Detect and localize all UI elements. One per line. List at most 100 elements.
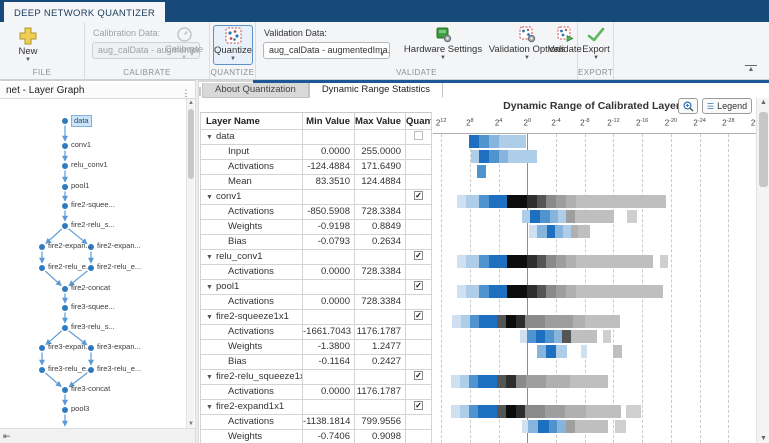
graph-node-fire3-relu_s-[interactable]: fire3-relu_s... — [71, 322, 115, 332]
table-row[interactable]: ▼conv1✓ — [200, 190, 433, 205]
graph-node-fire3-concat[interactable]: fire3-concat — [71, 384, 110, 394]
histogram-segment — [461, 315, 470, 328]
doc-tab-dynamic-range-statistics[interactable]: Dynamic Range Statistics — [309, 83, 443, 98]
section-quantize: Quantize ▼ QUANTIZE — [210, 22, 256, 79]
toolstrip: New ▼ FILE Calibration Data: aug_calData… — [0, 22, 769, 80]
histogram-segment — [556, 255, 566, 268]
legend-button[interactable]: ☰Legend — [702, 98, 752, 114]
graph-node-pool3[interactable]: pool3 — [71, 404, 89, 414]
table-row[interactable]: ▼pool1 ✓ — [200, 280, 433, 295]
column-header-min-value[interactable]: Min Value — [303, 112, 355, 130]
new-button[interactable]: New ▼ — [10, 27, 46, 63]
chart-vertical-scrollbar[interactable]: ▲ ▼ — [756, 98, 769, 443]
table-row[interactable]: Weights-0.91980.8849 — [200, 220, 433, 235]
table-row[interactable]: Activations-1138.1814799.9556 — [200, 415, 433, 430]
graph-node-fire2-relu_s-[interactable]: fire2-relu_s... — [71, 220, 115, 230]
graph-node-fire2-expan-[interactable]: fire2-expan... — [97, 241, 141, 251]
tab-deep-network-quantizer[interactable]: DEEP NETWORK QUANTIZER — [4, 2, 165, 22]
histogram-segment — [615, 420, 626, 433]
scroll-down-icon[interactable]: ▼ — [187, 421, 195, 427]
collapse-row-icon[interactable]: ▼ — [206, 371, 216, 385]
graph-node-fire3-relu_e-[interactable]: fire3-relu_e... — [48, 364, 92, 374]
collapse-row-icon[interactable]: ▼ — [206, 191, 216, 205]
table-row[interactable]: Bias-0.11640.2427 — [200, 355, 433, 370]
quantize-checkbox[interactable]: ✓ — [414, 371, 423, 380]
calibrate-button[interactable]: Calibrate ▼ — [161, 26, 207, 61]
histogram-segment — [479, 255, 488, 268]
collapse-row-icon[interactable]: ▼ — [206, 131, 216, 145]
column-header-layer-name[interactable]: Layer Name — [200, 112, 303, 130]
graph-node-fire3-relu_e-[interactable]: fire3-relu_e... — [97, 364, 141, 374]
histogram-segment — [546, 285, 556, 298]
graph-node-conv1[interactable]: conv1 — [71, 140, 91, 150]
quantize-checkbox[interactable]: ✓ — [414, 281, 423, 290]
histogram-segment — [566, 285, 576, 298]
histogram-segment — [478, 405, 497, 418]
x-tick-label: 2-28 — [722, 118, 734, 128]
table-row[interactable]: Weights-1.38001.2477 — [200, 340, 433, 355]
dynamic-range-chart[interactable] — [433, 133, 756, 443]
table-row[interactable]: Activations0.0000728.3384 — [200, 265, 433, 280]
max-value — [355, 370, 406, 385]
export-button[interactable]: Export ▼ — [579, 27, 613, 61]
min-value: 0.0000 — [303, 295, 355, 310]
table-row[interactable]: Activations-124.4884171.6490 — [200, 160, 433, 175]
quantize-checkbox[interactable]: ✓ — [414, 401, 423, 410]
layer-graph-horizontal-scrollbar[interactable]: ⇤ — [0, 428, 195, 443]
doc-tab-about-quantization[interactable]: About Quantization — [202, 83, 309, 98]
graph-node-fire2-concat[interactable]: fire2-concat — [71, 283, 110, 293]
quantize-button[interactable]: Quantize ▼ — [213, 27, 253, 62]
graph-node-data[interactable]: data — [71, 115, 92, 127]
quantize-checkbox[interactable]: ✓ — [414, 251, 423, 260]
table-row[interactable]: ▼fire2-expand1x1✓ — [200, 400, 433, 415]
table-row[interactable]: Activations-1661.70431176.1787 — [200, 325, 433, 340]
min-value: 0.0000 — [303, 145, 355, 160]
quantize-checkbox[interactable]: ✓ — [414, 191, 423, 200]
table-row[interactable]: ▼fire2-relu_squeeze1x1✓ — [200, 370, 433, 385]
table-row[interactable]: Activations0.00001176.1787 — [200, 385, 433, 400]
graph-node-fire2-relu_e-[interactable]: fire2-relu_e... — [97, 262, 141, 272]
hardware-settings-button[interactable]: Hardware Settings ▼ — [402, 26, 484, 61]
collapse-row-icon[interactable]: ▼ — [206, 311, 216, 325]
scroll-down-icon[interactable]: ▼ — [757, 435, 769, 442]
collapse-row-icon[interactable]: ▼ — [206, 251, 216, 265]
max-value — [355, 400, 406, 415]
collapse-row-icon[interactable]: ▼ — [206, 401, 216, 415]
table-row[interactable]: Activations0.0000728.3384 — [200, 295, 433, 310]
table-row[interactable]: Bias-0.07930.2634 — [200, 235, 433, 250]
table-row[interactable]: ▼fire2-squeeze1x1✓ — [200, 310, 433, 325]
graph-node-relu_conv1[interactable]: relu_conv1 — [71, 160, 108, 170]
layer-graph-canvas[interactable]: data conv1 relu_conv1 pool1 fire2-squee... fi… — [0, 99, 186, 428]
table-row[interactable]: Mean83.3510124.4884 — [200, 175, 433, 190]
table-row[interactable]: Input0.0000255.0000 — [200, 145, 433, 160]
max-value — [355, 280, 406, 295]
x-tick-label: 2-8 — [580, 118, 589, 128]
graph-node-fire3-squee-[interactable]: fire3-squee... — [71, 302, 115, 312]
table-row[interactable]: ▼data — [200, 130, 433, 145]
quantize-checkbox[interactable]: ✓ — [414, 311, 423, 320]
zoom-button[interactable] — [678, 98, 698, 114]
scroll-up-icon[interactable]: ▲ — [187, 100, 195, 106]
scroll-to-start-icon[interactable]: ⇤ — [3, 431, 11, 442]
graph-node-pool1[interactable]: pool1 — [71, 181, 89, 191]
chart-x-axis: 2122824202-42-82-122-162-202-242-282-32 — [433, 118, 756, 131]
validation-data-combo[interactable]: aug_calData - augmentedIma... ▼ — [263, 42, 390, 59]
table-row[interactable]: Activations-850.5908728.3384 — [200, 205, 433, 220]
histogram-segment — [527, 195, 536, 208]
graph-node-fire3-expan-[interactable]: fire3-expan... — [48, 342, 92, 352]
graph-node-fire2-relu_e-[interactable]: fire2-relu_e... — [48, 262, 92, 272]
layer-name: pool1 — [216, 281, 239, 292]
graph-node-fire2-expan-[interactable]: fire2-expan... — [48, 241, 92, 251]
column-header-max-value[interactable]: Max Value — [355, 112, 406, 130]
quantize-checkbox[interactable] — [414, 131, 423, 140]
collapse-row-icon[interactable]: ▼ — [206, 281, 216, 295]
graph-node-fire3-expan-[interactable]: fire3-expan... — [97, 342, 141, 352]
layer-graph-vertical-scrollbar[interactable]: ▲ ▼ — [186, 99, 194, 428]
column-header-quantize[interactable]: Quantize — [406, 112, 432, 130]
table-row[interactable]: Weights-0.74060.9098 — [200, 430, 433, 443]
graph-node-fire2-squee-[interactable]: fire2-squee... — [71, 200, 115, 210]
histogram-segment — [538, 420, 549, 433]
collapse-toolstrip-icon[interactable]: ▲ — [745, 65, 757, 73]
table-row[interactable]: ▼relu_conv1✓ — [200, 250, 433, 265]
scroll-up-icon[interactable]: ▲ — [757, 99, 769, 106]
